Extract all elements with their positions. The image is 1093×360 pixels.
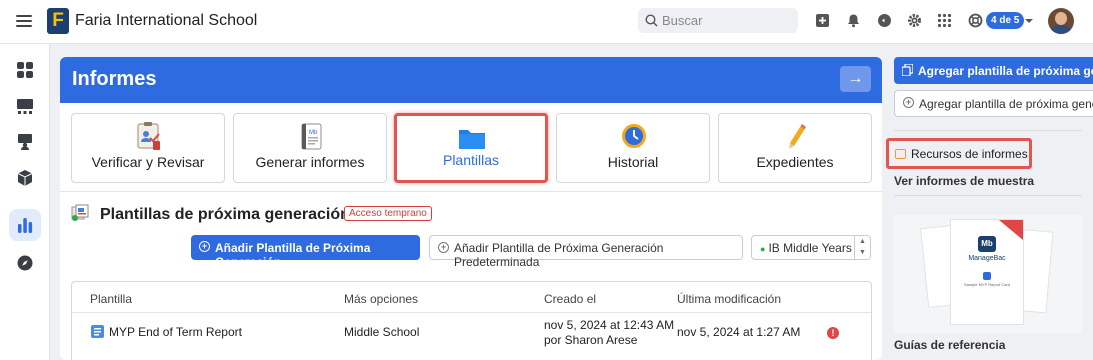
add-icon[interactable] [815,13,831,29]
dashboard-icon[interactable] [9,54,41,86]
tab-historial[interactable]: Historial [556,113,710,183]
tab-expedientes[interactable]: Expedientes [718,113,872,183]
reports-panel: Informes → Verificar y Revisar Mb Genera… [60,57,882,360]
page-title: Informes [72,68,157,90]
program-select-value: IB Middle Years [768,241,852,255]
tile-label: Historial [607,154,659,170]
tile-label: Plantillas [442,152,500,168]
search-icon [645,14,658,27]
gear-icon[interactable] [907,13,923,29]
search-placeholder: Buscar [662,13,703,28]
sample-cover-page: Mb ManageBac Sample MYP Report Card [950,219,1024,325]
arrow-right-icon[interactable]: → [840,66,871,92]
divider [60,191,882,192]
compass-icon[interactable] [9,247,41,279]
tab-verificar-revisar[interactable]: Verificar y Revisar [71,113,225,183]
early-access-badge: Acceso temprano [344,206,432,221]
plus-icon: + [438,242,449,253]
managebac-logo: Mb [978,236,996,252]
avatar[interactable] [1048,8,1074,34]
modified-date: nov 5, 2024 at 1:27 AM [677,325,801,339]
table-divider [72,312,871,313]
add-next-gen-template-button[interactable]: + Añadir Plantilla de Próxima Generación [191,235,420,269]
report-resources-link[interactable]: Recursos de informes [886,138,1032,169]
review-icon [137,122,160,150]
button-label: Añadir Plantilla de Próxima Generación [215,241,371,269]
thumb-caption: Sample MYP Report Card [963,282,1011,287]
templates-section-icon [71,204,89,221]
bell-icon[interactable] [846,13,862,29]
button-label: Agregar plantilla de próxima generación [918,64,1093,78]
reference-guides-heading: Guías de referencia [894,338,1006,352]
copy-icon [902,64,913,76]
divider [894,195,1082,196]
tile-label: Expedientes [756,154,834,170]
resources-label: Recursos de informes [911,147,1028,161]
school-name[interactable]: Faria International School [75,12,257,30]
program-select[interactable]: ● IB Middle Years ▲ ▼ [751,235,871,260]
created-by: por Sharon Arese [544,333,638,347]
updown-icon: ▲ ▼ [854,236,870,259]
clock-icon [622,124,646,148]
column-header: Plantilla [90,292,133,306]
tab-generar-informes[interactable]: Mb Generar informes [233,113,387,183]
button-label: Agregar plantilla de próxima generación [919,97,1093,111]
ribbon-icon [999,220,1023,240]
column-header: Última modificación [677,292,782,306]
classes-icon[interactable] [9,90,41,122]
section-title: Plantillas de próxima generación [100,206,350,223]
templates-table: Plantilla Más opciones Creado el Última … [71,281,872,360]
status-dot-icon: ● [760,244,766,254]
created-date: nov 5, 2024 at 12:43 AM [544,318,675,332]
report-book-icon: Mb [301,123,322,150]
pencil-icon [789,124,806,149]
book-icon [895,149,906,159]
box-icon[interactable] [9,162,41,194]
svg-text:Mb: Mb [309,130,318,136]
folder-icon [459,130,485,149]
tile-label: Verificar y Revisar [91,154,205,170]
menu-icon[interactable] [16,12,32,28]
sidebar [0,44,50,360]
doc-icon [983,272,991,280]
messages-icon[interactable] [877,13,893,29]
plus-icon: + [199,241,210,252]
plus-icon: + [903,97,914,108]
tab-plantillas[interactable]: Plantillas [394,113,548,183]
add-next-gen-template-primary-button[interactable]: Agregar plantilla de próxima generación [894,57,1093,84]
top-bar: F Faria International School Buscar 4 de… [0,0,1093,44]
button-label: Añadir Plantilla de Próxima Generación P… [454,241,664,269]
brand-name: ManageBac [968,255,1006,262]
sample-reports-link[interactable]: Ver informes de muestra [894,174,1034,188]
panel-header: Informes → [60,57,882,103]
warning-icon[interactable]: ! [827,327,839,339]
divider [894,130,1082,131]
column-header: Creado el [544,292,597,306]
column-header: Más opciones [344,292,419,306]
help-lifebuoy-icon[interactable] [968,13,984,29]
reports-chart-icon[interactable] [9,209,41,241]
template-icon [91,325,104,338]
template-options: Middle School [344,325,420,339]
apps-grid-icon[interactable] [937,13,953,29]
sample-report-thumbnail[interactable]: Mb ManageBac Sample MYP Report Card [894,215,1082,333]
tile-label: Generar informes [255,154,365,170]
page-badge[interactable]: 4 de 5 [986,12,1025,29]
chevron-down-icon[interactable] [1025,19,1033,23]
school-logo[interactable]: F [47,8,69,34]
add-next-gen-template-secondary-button[interactable]: + Agregar plantilla de próxima generació… [894,90,1093,117]
teacher-board-icon[interactable] [9,126,41,158]
search-input[interactable]: Buscar [638,8,798,33]
template-name-link[interactable]: MYP End of Term Report [109,325,242,339]
add-default-template-button[interactable]: + Añadir Plantilla de Próxima Generación … [429,235,743,269]
